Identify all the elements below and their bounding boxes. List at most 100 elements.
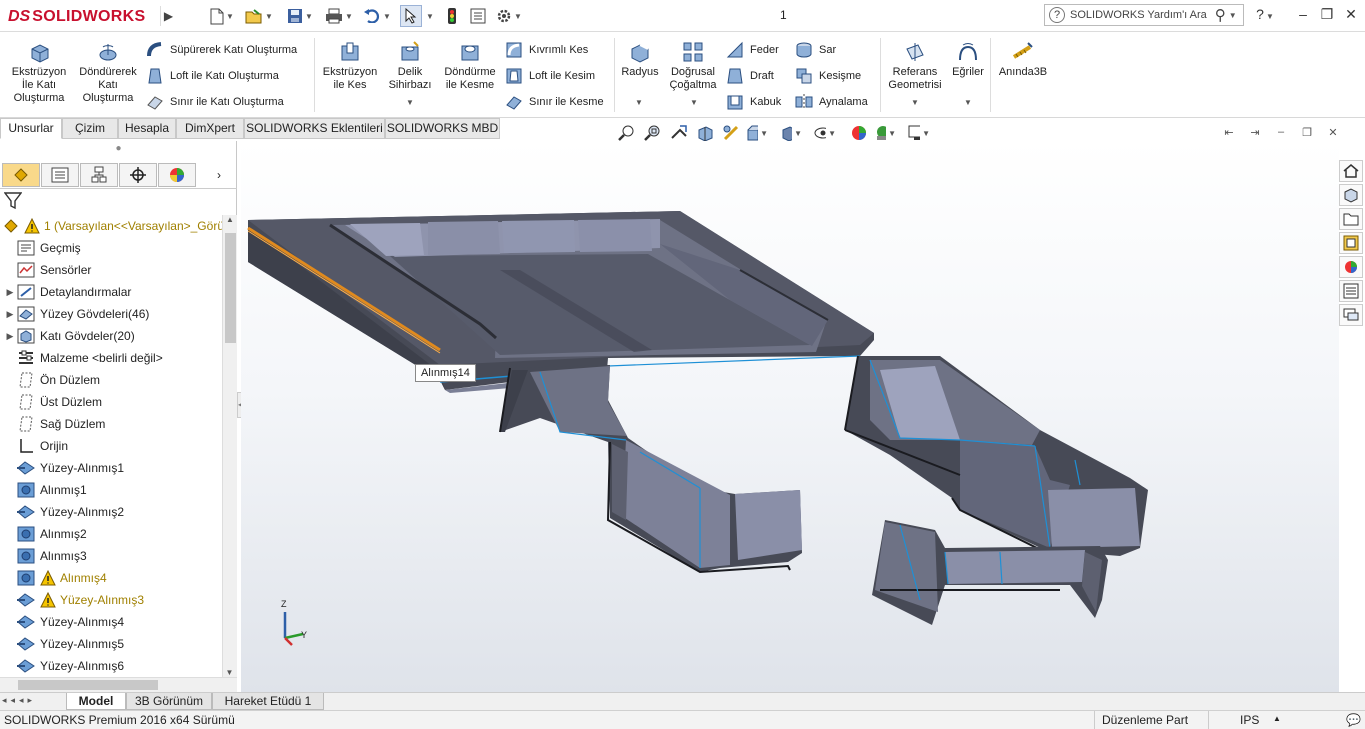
select-dropdown-icon[interactable]: ▼ [424, 5, 434, 27]
zoom-to-area-icon[interactable] [642, 123, 664, 143]
tab-motion-study[interactable]: Hareket Etüdü 1 [212, 693, 324, 710]
tab-model[interactable]: Model [66, 693, 126, 710]
unit-system-text[interactable]: IPS [1240, 713, 1259, 727]
apply-scene-icon[interactable]: ▼ [874, 123, 896, 143]
open-document-icon[interactable]: ▼ [244, 5, 274, 27]
curves-dropdown-icon[interactable]: ▼ [964, 98, 972, 107]
revolved-boss-button[interactable]: Döndürerek Katı Oluşturma [74, 40, 142, 105]
restore-window-icon[interactable]: ❐ [1316, 6, 1338, 23]
zoom-to-fit-icon[interactable] [616, 123, 638, 143]
panel-grip-icon[interactable]: ● [0, 141, 237, 161]
boundary-boss-button[interactable]: Sınır ile Katı Oluşturma [146, 93, 284, 111]
tree-item[interactable]: Ön Düzlem [0, 369, 222, 391]
swept-boss-button[interactable]: Süpürerek Katı Oluşturma [146, 41, 297, 59]
extruded-boss-button[interactable]: Ekstrüzyon İle Katı Oluşturma [8, 40, 70, 105]
tree-hscroll-thumb[interactable] [18, 680, 158, 690]
display-style-icon[interactable]: ▼ [780, 123, 802, 143]
previous-view-icon[interactable] [668, 123, 690, 143]
fillet-button[interactable]: Radyus [618, 40, 662, 79]
hole-wizard-button[interactable]: Delik Sihirbazı [384, 40, 436, 92]
swept-cut-button[interactable]: Kıvrımlı Kes [505, 41, 588, 59]
rebuild-traffic-light-icon[interactable] [444, 5, 460, 27]
tree-item[interactable]: ▶ Katı Gövdeler(20) [0, 325, 222, 347]
hole-wizard-dropdown-icon[interactable]: ▼ [406, 98, 414, 107]
sofa-platform-model[interactable] [247, 211, 874, 393]
section-view-icon[interactable] [694, 123, 716, 143]
quick-tips-icon[interactable]: 💬 [1346, 713, 1361, 727]
tree-item[interactable]: Yüzey-Alınmış1 [0, 457, 222, 479]
configuration-manager-tab-icon[interactable] [80, 163, 118, 187]
view-orientation-icon[interactable]: ▼ [746, 123, 768, 143]
boundary-cut-button[interactable]: Sınır ile Kesme [505, 93, 604, 111]
menu-expand-arrow-icon[interactable]: ▶ [160, 6, 176, 26]
forum-chat-icon[interactable] [1339, 304, 1363, 326]
revolved-cut-button[interactable]: Döndürme ile Kesme [440, 40, 500, 92]
tree-item[interactable]: Alınmış3 [0, 545, 222, 567]
save-icon[interactable]: ▼ [285, 5, 315, 27]
scroll-down-icon[interactable]: ▼ [223, 668, 236, 677]
dimxpert-manager-tab-icon[interactable] [119, 163, 157, 187]
instant3d-button[interactable]: Anında3B [996, 40, 1050, 79]
tab-solidworks-mbd[interactable]: SOLIDWORKS MBD [385, 118, 500, 139]
tree-item[interactable]: Alınmış1 [0, 479, 222, 501]
units-dropdown-icon[interactable]: ▲ [1273, 714, 1281, 723]
rib-button[interactable]: Feder [726, 41, 779, 59]
display-manager-tab-icon[interactable] [158, 163, 196, 187]
file-explorer-icon[interactable] [1339, 208, 1363, 230]
dynamic-annotation-icon[interactable] [720, 123, 742, 143]
next-viewport-icon[interactable]: ⇥ [1246, 126, 1264, 140]
wrap-button[interactable]: Sar [795, 41, 836, 59]
tab-scroll-arrows-icon[interactable]: ◂◂◂▸ [2, 695, 36, 706]
scroll-up-icon[interactable]: ▲ [223, 215, 237, 224]
view-settings-icon[interactable]: ▼ [908, 123, 930, 143]
print-icon[interactable]: ▼ [324, 5, 354, 27]
viewport-restore-icon[interactable]: ❐ [1298, 126, 1316, 140]
panel-expand-arrow-icon[interactable]: › [206, 163, 232, 187]
property-manager-tab-icon[interactable] [41, 163, 79, 187]
help-menu-icon[interactable]: ? ▼ [1254, 6, 1276, 22]
view-palette-icon[interactable] [1339, 232, 1363, 254]
search-icon[interactable]: ⚲ [1215, 6, 1226, 24]
close-window-icon[interactable]: ✕ [1340, 6, 1362, 23]
tree-item[interactable]: Malzeme <belirli değil> [0, 347, 222, 369]
tree-item[interactable]: Yüzey-Alınmış5 [0, 633, 222, 655]
file-properties-icon[interactable] [468, 5, 488, 27]
minimize-window-icon[interactable]: – [1292, 6, 1314, 22]
tree-root-part[interactable]: 1 (Varsayılan<<Varsayılan>_Görün [0, 215, 222, 237]
tab-sketch[interactable]: Çizim [62, 118, 118, 139]
expand-arrow-icon[interactable]: ▶ [4, 331, 16, 342]
expand-arrow-icon[interactable]: ▶ [4, 287, 16, 298]
solidworks-resources-home-icon[interactable] [1339, 160, 1363, 182]
feature-tree-tab-icon[interactable] [2, 163, 40, 187]
viewport-minimize-icon[interactable]: – [1272, 126, 1290, 140]
filter-funnel-icon[interactable] [3, 192, 24, 212]
curves-button[interactable]: Eğriler [948, 40, 988, 79]
help-search-input[interactable]: ? SOLIDWORKS Yardım'ı Ara ⚲ ▼ [1044, 4, 1244, 26]
intersect-button[interactable]: Kesişme [795, 67, 861, 85]
options-gear-icon[interactable]: ▼ [494, 5, 524, 27]
model-3d-view[interactable]: Z Y [241, 141, 1339, 692]
shell-button[interactable]: Kabuk [726, 93, 781, 111]
tree-item[interactable]: Alınmış4 [0, 567, 222, 589]
tree-item[interactable]: Sağ Düzlem [0, 413, 222, 435]
tree-item[interactable]: Üst Düzlem [0, 391, 222, 413]
tree-item[interactable]: Alınmış2 [0, 523, 222, 545]
select-pointer-icon[interactable] [400, 5, 422, 27]
expand-arrow-icon[interactable]: ▶ [4, 309, 16, 320]
hide-show-items-icon[interactable]: ▼ [814, 123, 836, 143]
viewport-close-icon[interactable]: ✕ [1324, 126, 1342, 140]
undo-icon[interactable]: ▼ [362, 5, 392, 27]
tree-scrollbar[interactable]: ▲ ▼ [222, 215, 237, 677]
edit-appearance-icon[interactable] [848, 123, 870, 143]
reference-geometry-button[interactable]: Referans Geometrisi [884, 40, 946, 92]
fillet-dropdown-icon[interactable]: ▼ [635, 98, 643, 107]
lofted-boss-button[interactable]: Loft ile Katı Oluşturma [146, 67, 279, 85]
lofted-cut-button[interactable]: Loft ile Kesim [505, 67, 595, 85]
tab-3d-views[interactable]: 3B Görünüm [126, 693, 212, 710]
tree-item[interactable]: Sensörler [0, 259, 222, 281]
tree-scroll-thumb[interactable] [225, 233, 236, 343]
tree-item[interactable]: Yüzey-Alınmış2 [0, 501, 222, 523]
appearances-scenes-icon[interactable] [1339, 256, 1363, 278]
draft-button[interactable]: Draft [726, 67, 774, 85]
tab-solidworks-addins[interactable]: SOLIDWORKS Eklentileri [244, 118, 385, 139]
